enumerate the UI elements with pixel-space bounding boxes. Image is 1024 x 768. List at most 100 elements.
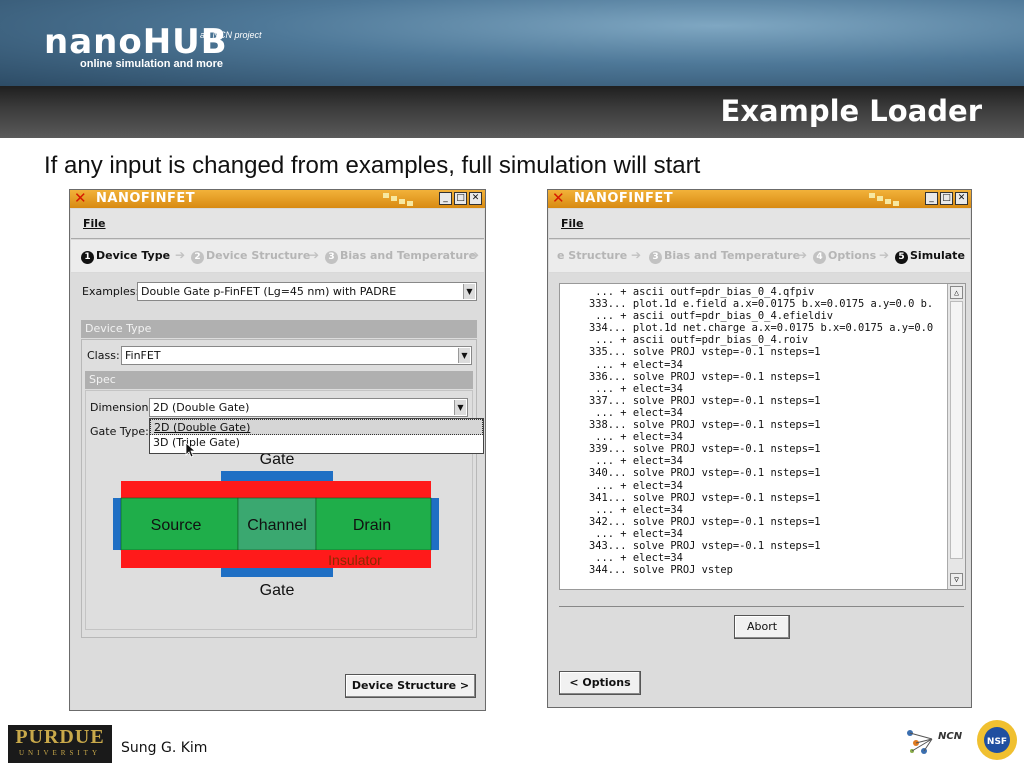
step-bias-temperature[interactable]: 3 Bias and Temperature (649, 249, 800, 264)
log-line: ... + elect=34 (564, 552, 683, 565)
log-line: 343... solve PROJ vstep=-0.1 nsteps=1 (564, 539, 821, 552)
log-line: 341... solve PROJ vstep=-0.1 nsteps=1 (564, 491, 821, 504)
step-device-structure[interactable]: e Structure (557, 249, 627, 262)
log-line: ... + elect=34 (564, 431, 683, 444)
scroll-thumb[interactable] (950, 301, 963, 559)
options-back-button[interactable]: < Options (559, 671, 641, 695)
header-banner: nanoHUB online simulation and more an NC… (0, 0, 1024, 138)
window-title: NANOFINFET (574, 191, 674, 206)
chevron-down-icon: ▼ (454, 400, 466, 415)
window-titlebar[interactable]: ✕ NANOFINFET _ □ ✕ (548, 189, 971, 208)
nsf-text: NSF (987, 737, 1007, 747)
scroll-up-icon[interactable]: △ (950, 286, 963, 299)
log-line: ... + elect=34 (564, 503, 683, 516)
log-line: ... + elect=34 (564, 527, 683, 540)
step-device-type[interactable]: 1 Device Type (81, 249, 170, 264)
source-contact (113, 498, 121, 550)
log-line: ... + ascii outf=pdr_bias_0_4.roiv (564, 334, 808, 347)
minimize-icon[interactable]: _ (439, 192, 452, 205)
class-label: Class: (87, 349, 120, 362)
right-app-window: ✕ NANOFINFET _ □ ✕ File e Structure ➔ 3B… (547, 189, 972, 708)
log-line: ... + elect=34 (564, 358, 683, 371)
maximize-icon[interactable]: □ (454, 192, 467, 205)
device-type-section-header: Device Type (81, 320, 477, 338)
menu-bar: File (71, 209, 484, 239)
step-arrow-icon: ➔ (631, 248, 642, 262)
close-icon[interactable]: ✕ (955, 192, 968, 205)
maximize-icon[interactable]: □ (940, 192, 953, 205)
finfet-diagram: Gate Source Channel Drain Insulator Gate (113, 451, 439, 599)
slide-subtitle: If any input is changed from examples, f… (44, 152, 701, 179)
channel-label: Channel (247, 517, 307, 534)
gate-type-label: Gate Type: (90, 425, 149, 438)
menu-bar: File (549, 209, 970, 239)
dropdown-option-2d[interactable]: 2D (Double Gate) (150, 419, 483, 435)
examples-label: Examples: (82, 285, 140, 298)
titlebar-decoration-icon (867, 192, 907, 206)
step-arrow-icon: ➔ (175, 248, 186, 262)
examples-select[interactable]: Double Gate p-FinFET (Lg=45 nm) with PAD… (137, 282, 477, 301)
titlebar-decoration-icon (381, 192, 421, 206)
bottom-gate-electrode (221, 568, 333, 577)
ncn-project-tag: an NCN project (200, 30, 262, 40)
close-icon[interactable]: ✕ (469, 192, 482, 205)
minimize-icon[interactable]: _ (925, 192, 938, 205)
log-scrollbar[interactable]: △ ▽ (947, 284, 965, 589)
log-line: ... + elect=34 (564, 382, 683, 395)
step-arrow-icon: ➔ (469, 248, 480, 262)
dropdown-option-3d[interactable]: 3D (Triple Gate) (150, 435, 483, 451)
bottom-insulator (121, 550, 431, 568)
log-line: ... + elect=34 (564, 479, 683, 492)
log-line: 338... solve PROJ vstep=-0.1 nsteps=1 (564, 419, 821, 432)
x-app-icon: ✕ (552, 189, 565, 207)
simulate-panel: ... + ascii outf=pdr_bias_0_4.qfpiv 333.… (549, 273, 970, 707)
step-simulate[interactable]: 5 Simulate (895, 249, 965, 264)
step-device-structure[interactable]: 2 Device Structure (191, 249, 310, 264)
class-select[interactable]: FinFET ▼ (121, 346, 472, 365)
log-line: 334... plot.1d net.charge a.x=0.0175 b.x… (564, 322, 934, 335)
abort-button[interactable]: Abort (734, 615, 790, 639)
log-line: ... + ascii outf=pdr_bias_0_4.qfpiv (564, 286, 815, 298)
log-line: 333... plot.1d e.field a.x=0.0175 b.x=0.… (564, 298, 934, 311)
x-app-icon: ✕ (74, 189, 87, 207)
drain-label: Drain (353, 517, 391, 534)
top-insulator (121, 481, 431, 498)
chevron-down-icon: ▼ (458, 348, 470, 363)
spec-section-header: Spec (85, 371, 473, 389)
device-structure-next-button[interactable]: Device Structure > (345, 674, 476, 698)
dimension-label: Dimension: (90, 401, 153, 414)
step-arrow-icon: ➔ (879, 248, 890, 262)
log-line: 335... solve PROJ vstep=-0.1 nsteps=1 (564, 346, 821, 359)
menu-file[interactable]: File (83, 217, 106, 230)
log-line: 344... solve PROJ vstep (564, 564, 733, 577)
scroll-down-icon[interactable]: ▽ (950, 573, 963, 586)
mouse-cursor-icon (185, 442, 197, 458)
log-lines: ... + ascii outf=pdr_bias_0_4.qfpiv 333.… (564, 286, 946, 576)
window-title: NANOFINFET (96, 191, 196, 206)
insulator-label: Insulator (328, 552, 382, 568)
author-name: Sung G. Kim (121, 740, 208, 756)
nanohub-logo-subtitle: online simulation and more (80, 58, 224, 70)
log-line: 340... solve PROJ vstep=-0.1 nsteps=1 (564, 467, 821, 480)
dimension-dropdown-list: 2D (Double Gate) 3D (Triple Gate) (149, 418, 484, 454)
wizard-steps: 1 Device Type ➔ 2 Device Structure ➔ 3 Bias… (71, 240, 484, 272)
step-bias-temperature[interactable]: 3 Bias and Temperature (325, 249, 476, 264)
left-app-window: ✕ NANOFINFET _ □ ✕ File 1 Device Type ➔ 2… (69, 189, 486, 711)
gate-bottom-label: Gate (260, 582, 295, 599)
source-label: Source (151, 517, 202, 534)
device-type-panel: Examples: Double Gate p-FinFET (Lg=45 nm… (71, 273, 484, 710)
slide-title: Example Loader (720, 94, 982, 128)
slide: nanoHUB online simulation and more an NC… (0, 0, 1024, 768)
step-arrow-icon: ➔ (309, 248, 320, 262)
step-options[interactable]: 4 Options (813, 249, 876, 264)
log-line: 342... solve PROJ vstep=-0.1 nsteps=1 (564, 515, 821, 528)
divider (559, 606, 964, 607)
drain-contact (431, 498, 439, 550)
dimension-select[interactable]: 2D (Double Gate) ▼ (149, 398, 468, 417)
log-line: 336... solve PROJ vstep=-0.1 nsteps=1 (564, 370, 821, 383)
log-line: 337... solve PROJ vstep=-0.1 nsteps=1 (564, 394, 821, 407)
nsf-logo: NSF (977, 720, 1017, 760)
window-titlebar[interactable]: ✕ NANOFINFET _ □ ✕ (70, 189, 485, 208)
log-line: ... + ascii outf=pdr_bias_0_4.efieldiv (564, 310, 833, 323)
menu-file[interactable]: File (561, 217, 584, 230)
